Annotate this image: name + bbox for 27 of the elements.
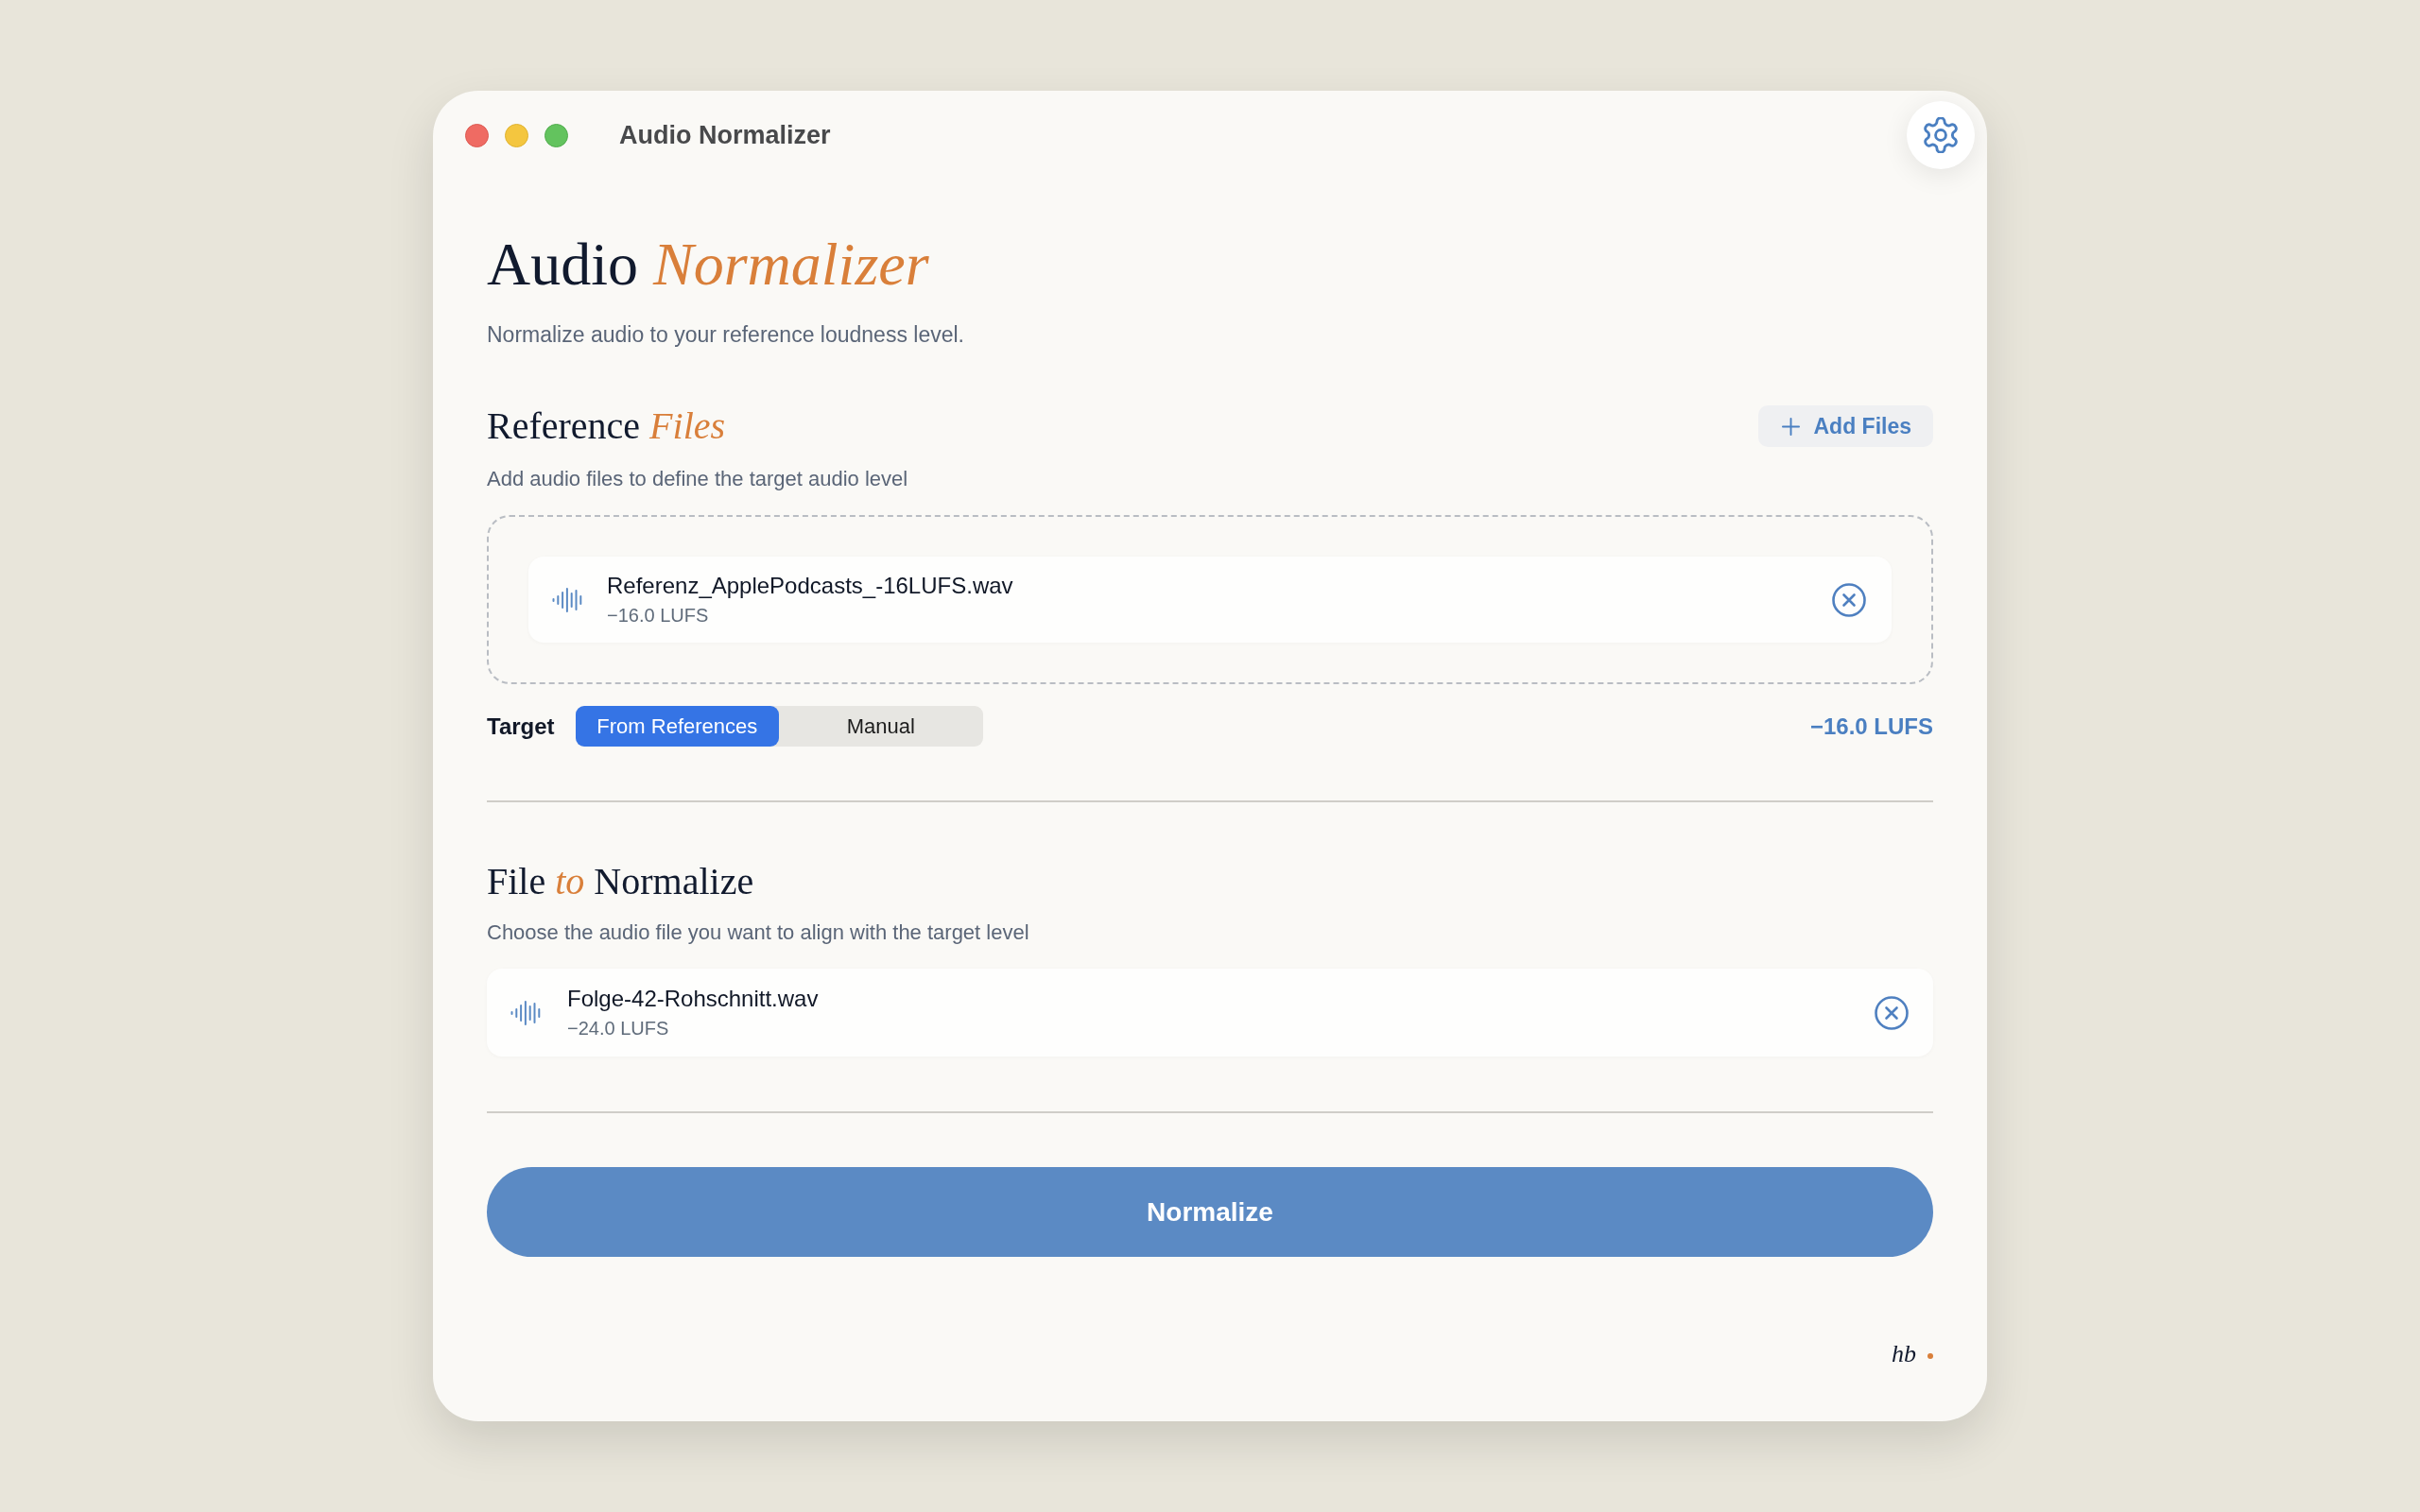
file-name: Referenz_ApplePodcasts_-16LUFS.wav [607, 572, 1013, 600]
remove-file-icon[interactable] [1832, 582, 1866, 617]
page-title: Audio Normalizer [487, 234, 929, 295]
settings-icon [1923, 117, 1959, 153]
waveform-icon [552, 586, 583, 613]
file-name: Folge-42-Rohschnitt.wav [567, 985, 819, 1013]
add-files-button[interactable]: Add Files [1758, 405, 1933, 447]
signature: hb [1892, 1340, 1916, 1368]
segment-tab[interactable]: Manual [779, 706, 983, 747]
segmented-control[interactable]: From References Manual [575, 706, 983, 747]
close-button[interactable] [465, 123, 489, 147]
page-subtitle: Normalize audio to your reference loudness level. [487, 321, 964, 348]
section-subtitle: Add audio files to define the target audio level [487, 466, 908, 492]
section-title: Reference Files [487, 407, 726, 445]
file-loudness: −16.0 LUFS [607, 604, 709, 627]
section-title: File to Normalize [487, 863, 754, 901]
section-subtitle: Choose the audio file you want to align with the target level [487, 919, 1029, 946]
window-title: Audio Normalizer [619, 119, 831, 151]
normalize-button[interactable]: Normalize [487, 1167, 1933, 1257]
file-loudness: −24.0 LUFS [567, 1017, 669, 1040]
target-value: −16.0 LUFS [1809, 712, 1933, 741]
remove-file-icon[interactable] [1875, 995, 1909, 1030]
zoom-button[interactable] [544, 123, 568, 147]
segment-tab[interactable]: From References [575, 706, 780, 747]
target-label: Target [487, 712, 555, 741]
plus-icon [1782, 417, 1801, 436]
waveform-icon [510, 999, 542, 1026]
